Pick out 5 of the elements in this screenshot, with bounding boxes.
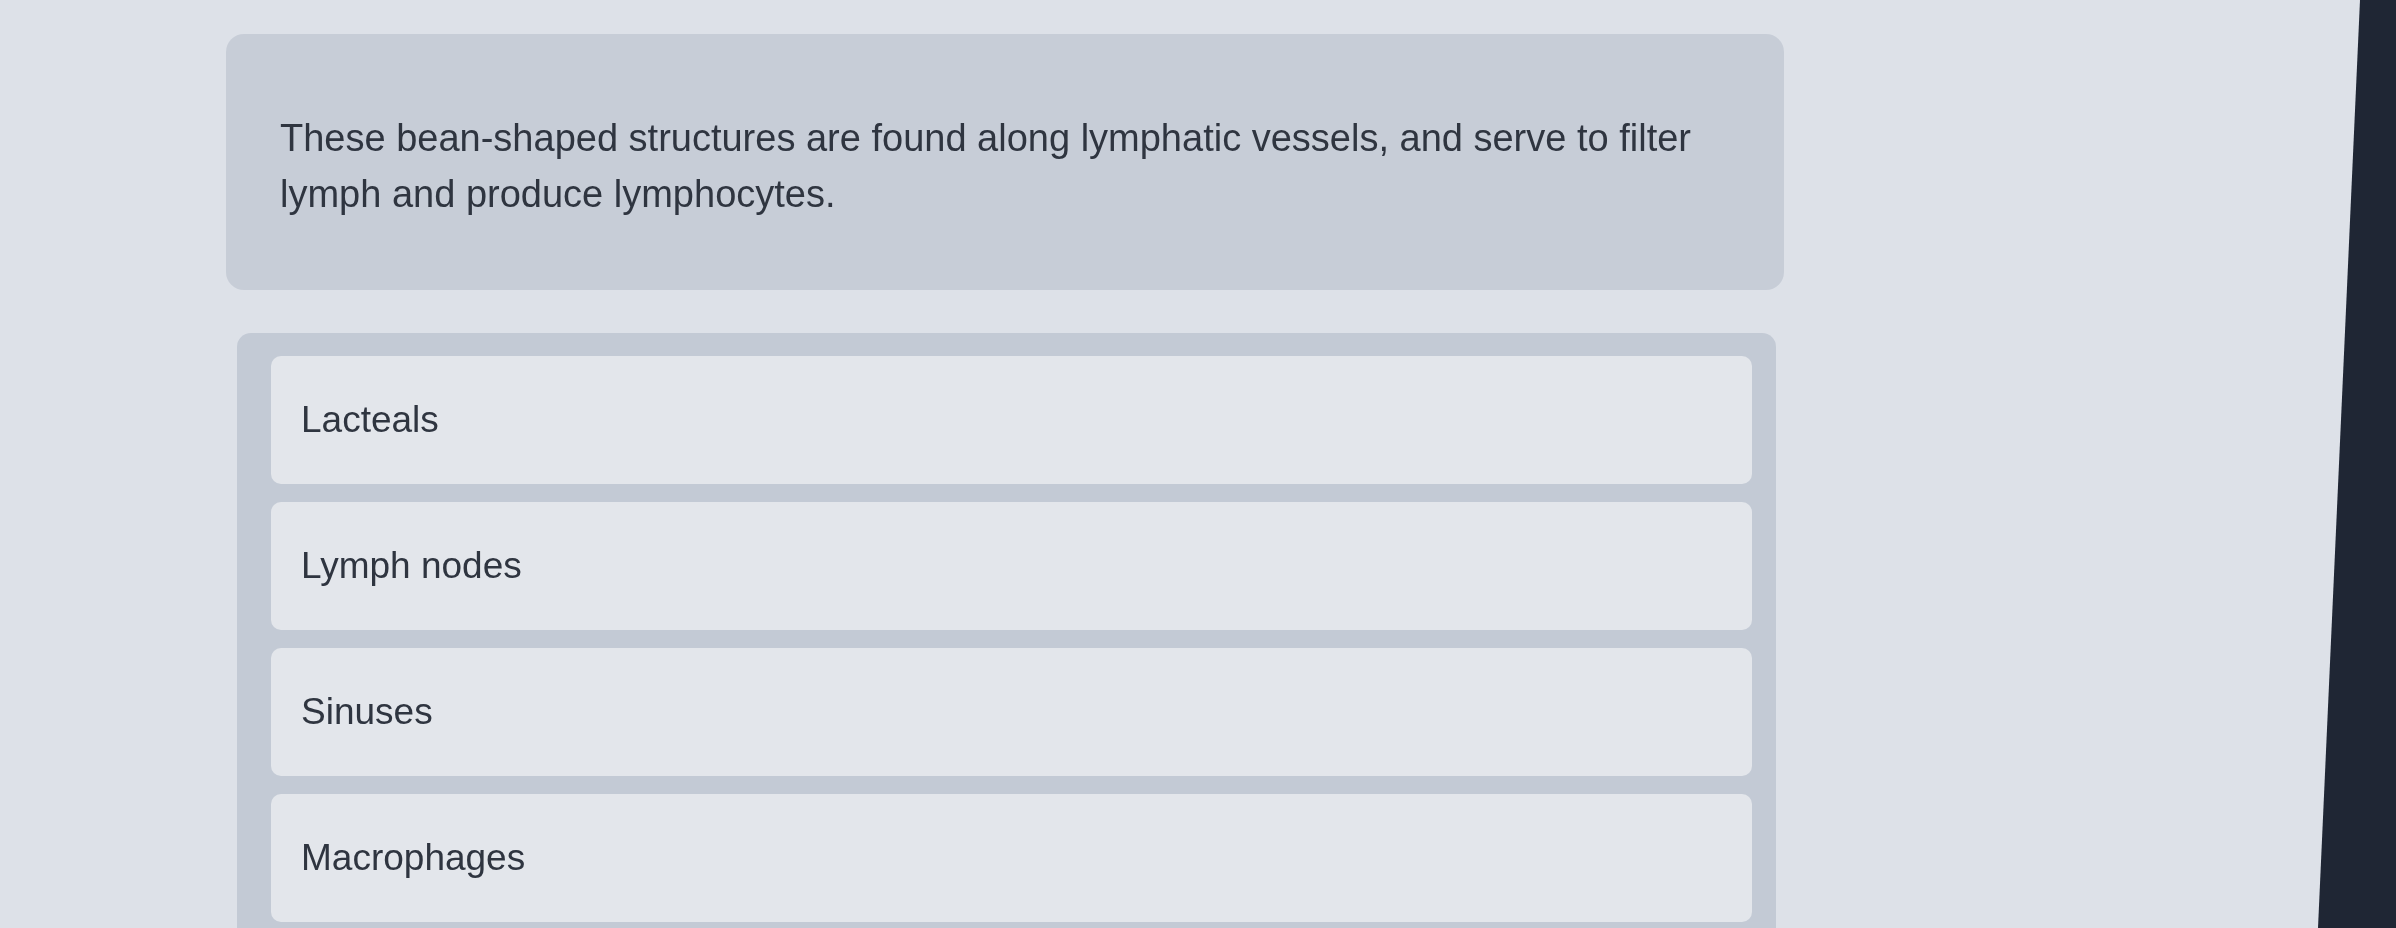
answer-option[interactable]: Macrophages [271,794,1752,922]
answer-option[interactable]: Lymph nodes [271,502,1752,630]
question-text: These bean-shaped structures are found along lymphatic vessels, and serve to filter lymph and produce lymphocytes. [280,116,1692,217]
answer-option[interactable]: Lacteals [271,356,1752,484]
answer-option[interactable]: Sinuses [271,648,1752,776]
